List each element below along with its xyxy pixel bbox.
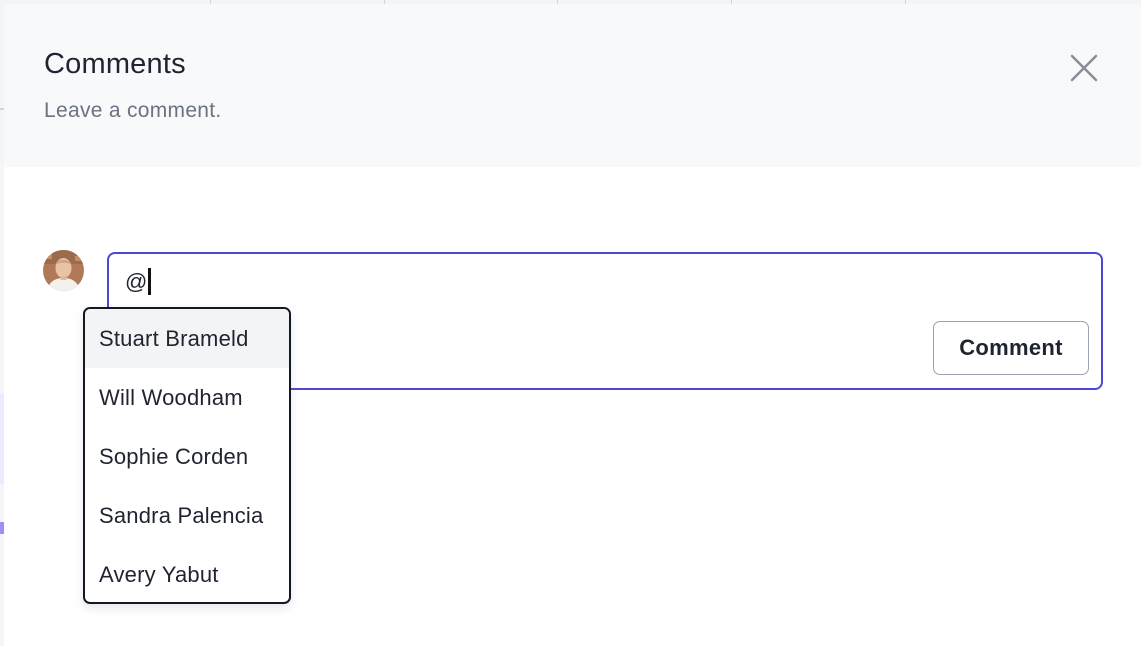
mention-option[interactable]: Sophie Corden xyxy=(85,427,289,486)
text-caret xyxy=(148,268,152,295)
user-avatar-icon xyxy=(43,250,84,291)
mention-option[interactable]: Avery Yabut xyxy=(85,545,289,602)
avatar xyxy=(43,250,84,291)
drawer-title: Comments xyxy=(44,48,186,80)
mention-option[interactable]: Stuart Brameld xyxy=(85,309,289,368)
comment-input-text: @ xyxy=(125,269,148,294)
mention-dropdown: Stuart Brameld Will Woodham Sophie Corde… xyxy=(83,307,291,604)
mention-option[interactable]: Sandra Palencia xyxy=(85,486,289,545)
comment-input-value[interactable]: @ xyxy=(125,268,152,295)
drawer-header: Comments Leave a comment. xyxy=(4,4,1141,167)
close-button[interactable] xyxy=(1064,48,1104,88)
page: Comments Leave a comment. @ Comment Stua… xyxy=(0,0,1141,646)
drawer-subtitle: Leave a comment. xyxy=(44,99,222,122)
comment-button[interactable]: Comment xyxy=(933,321,1089,375)
close-icon xyxy=(1070,54,1098,82)
comments-drawer: Comments Leave a comment. @ Comment Stua… xyxy=(4,4,1141,646)
mention-option[interactable]: Will Woodham xyxy=(85,368,289,427)
